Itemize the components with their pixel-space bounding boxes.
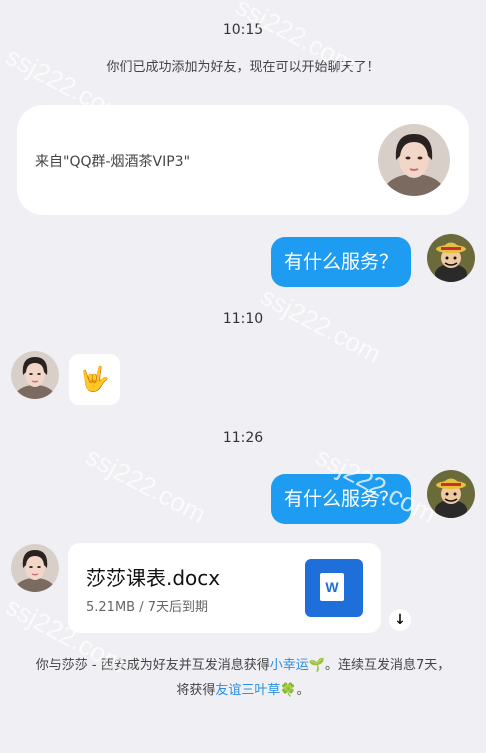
file-meta: 5.21MB / 7天后到期 — [86, 600, 208, 615]
contact-avatar[interactable] — [378, 124, 450, 196]
watermark: ssj222.com — [80, 440, 212, 530]
outgoing-message[interactable]: 有什么服务？ — [271, 474, 412, 524]
emoji-message[interactable]: 🤟 — [69, 354, 120, 405]
contact-avatar[interactable] — [11, 544, 59, 592]
download-icon[interactable]: ↓ — [389, 609, 411, 631]
timestamp: 11:26 — [222, 430, 264, 446]
rock-hand-icon: 🤟 — [79, 365, 110, 393]
friendship-notice: 你与莎莎 - 西安成为好友并互发消息获得小幸运🌱。连续互发消息7天，将获得友谊三… — [30, 653, 456, 703]
notice-text: 你与莎莎 - 西安成为好友并互发消息获得 — [35, 658, 270, 673]
clover-link[interactable]: 友谊三叶草🍀 — [215, 683, 296, 698]
notice-text: 。 — [296, 683, 310, 698]
friend-source-card[interactable]: 来自"QQ群-烟酒茶VIP3" — [17, 105, 469, 215]
word-file-icon: W — [305, 559, 363, 617]
timestamp: 11:10 — [222, 311, 264, 327]
file-name: 莎莎课表.docx — [86, 566, 221, 590]
my-avatar[interactable] — [427, 470, 475, 518]
source-label: 来自"QQ群-烟酒茶VIP3" — [35, 154, 191, 170]
system-message: 你们已成功添加为好友，现在可以开始聊天了！ — [106, 60, 380, 75]
outgoing-message[interactable]: 有什么服务？ — [271, 237, 412, 287]
timestamp: 10:15 — [222, 22, 264, 38]
lucky-link[interactable]: 小幸运🌱 — [270, 658, 325, 673]
my-avatar[interactable] — [427, 234, 475, 282]
file-message[interactable]: 莎莎课表.docx 5.21MB / 7天后到期 W — [68, 543, 381, 633]
contact-avatar[interactable] — [11, 351, 59, 399]
word-letter: W — [320, 573, 344, 601]
